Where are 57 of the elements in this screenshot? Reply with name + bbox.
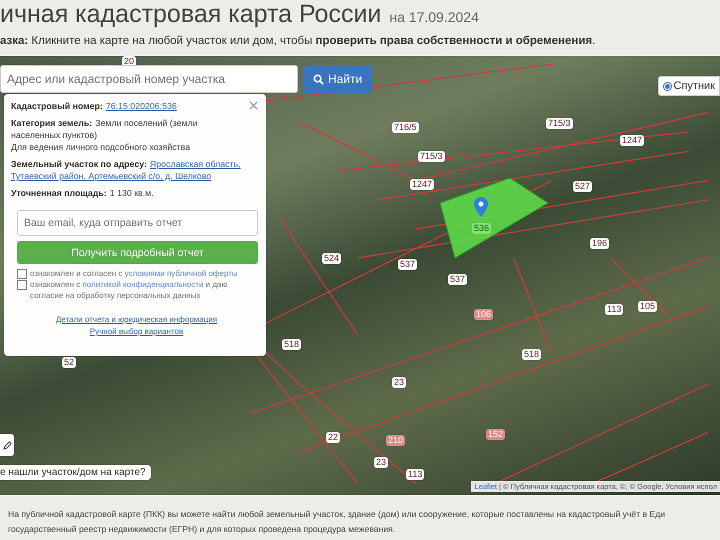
- field-label: Категория земель:: [11, 118, 92, 128]
- search-field[interactable]: Адрес или кадастровый номер участка: [0, 65, 298, 93]
- field-value: 1 130 кв.м.: [110, 188, 154, 198]
- parcel-number-label: 524: [322, 253, 342, 264]
- parcel-number-label: 536: [472, 223, 492, 234]
- parcel-number-label: 52: [62, 357, 76, 368]
- parcel-number-label: 23: [392, 377, 406, 388]
- parcel-number-label: 537: [398, 259, 418, 270]
- agreement-text: ознакомлен с политикой конфиденциальности и даю согласие на обработку персональных данных: [30, 279, 228, 301]
- parcel-number-label: 210: [386, 435, 406, 446]
- parcel-number-label: 113: [605, 304, 624, 315]
- get-report-button[interactable]: Получить подробный отчет: [17, 241, 258, 264]
- field-value: Для ведения личного подсобного хозяйства: [11, 142, 190, 152]
- field-label: Уточненная площадь:: [11, 188, 107, 198]
- field-label: Кадастровый номер:: [11, 101, 103, 111]
- agreement-text: ознакомлен и согласен с условиями публичной оферты: [30, 268, 238, 279]
- page-title: ичная кадастровая карта России: [0, 0, 382, 28]
- popup-link[interactable]: Детали отчета и юридическая информация: [56, 315, 218, 324]
- agreement-link[interactable]: политикой конфиденциальности: [82, 280, 204, 289]
- close-icon[interactable]: [249, 101, 258, 110]
- field-link[interactable]: Тутаевский район, Артемьевский с/о, д. Шелково: [11, 171, 212, 181]
- parcel-number-label: 22: [326, 432, 340, 443]
- parcel-number-label: 1247: [620, 135, 644, 146]
- field-link[interactable]: Ярославская область,: [150, 159, 241, 169]
- hint-text: азка: Кликните на карте на любой участок или дом, чтобы проверить права собственности и обременения.: [0, 35, 596, 47]
- parcel-number-label: 105: [638, 301, 658, 312]
- parcel-number-label: 537: [448, 274, 468, 285]
- parcel-number-label: 715/3: [418, 151, 445, 162]
- date-label: на 17.09.2024: [389, 9, 479, 25]
- not-found-button[interactable]: е нашли участок/дом на карте?: [0, 465, 151, 480]
- field-value: Земли поселений (земли: [95, 118, 198, 128]
- parcel-number-label: 716/5: [392, 122, 419, 133]
- field-label: Земельный участок по адресу:: [11, 159, 147, 169]
- agreement-link[interactable]: условиями публичной оферты: [124, 269, 238, 278]
- parcel-number-label: 1247: [410, 179, 434, 190]
- parcel-number-label: 518: [522, 349, 542, 360]
- location-pin-icon[interactable]: [474, 197, 488, 217]
- field-link[interactable]: 76:15:020206:536: [106, 101, 177, 111]
- checkbox[interactable]: [17, 269, 27, 279]
- description-paragraph: На публичной кадастровой карте (ПКК) вы можете найти любой земельный участок, здание (дом) или сооружение, которые поставлены на кадастровый учёт в Еди государственный реестр недвижимости (ЕГРН) и для которых проведена процедура межевания.: [8, 508, 666, 536]
- checkbox[interactable]: [17, 280, 27, 290]
- parcel-number-label: 527: [573, 181, 592, 192]
- parcel-number-label: 518: [282, 339, 302, 350]
- parcel-number-label: 23: [374, 457, 388, 468]
- search-icon: [313, 74, 324, 84]
- pencil-icon: [2, 440, 12, 450]
- satellite-layer-radio[interactable]: Спутник: [658, 76, 720, 96]
- parcel-number-label: 113: [406, 469, 424, 480]
- parcel-number-label: 196: [590, 238, 610, 249]
- email-field[interactable]: Ваш email, куда отправить отчет: [17, 210, 258, 236]
- parcel-number-label: 106: [474, 309, 494, 320]
- parcel-number-label: 715/3: [546, 118, 573, 129]
- edit-button[interactable]: [0, 434, 14, 456]
- search-button[interactable]: Найти: [303, 65, 372, 93]
- parcel-number-label: 152: [486, 429, 506, 440]
- popup-link[interactable]: Ручной выбор вариантов: [90, 327, 184, 336]
- field-value: населенных пунктов): [11, 130, 98, 140]
